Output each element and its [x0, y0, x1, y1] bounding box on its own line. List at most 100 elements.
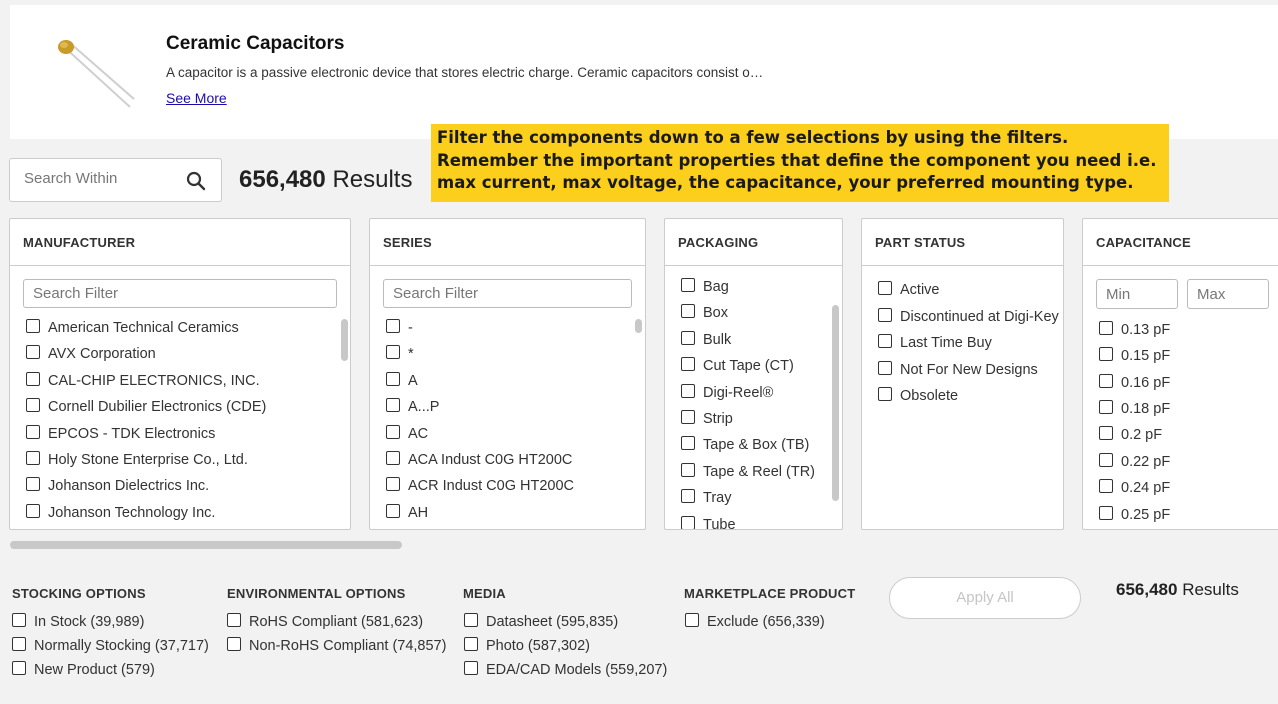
filter-option[interactable]: AH [386, 504, 428, 521]
filter-option[interactable]: 0.24 pF [1099, 479, 1170, 496]
filter-option[interactable]: Bag [681, 278, 729, 295]
filter-option[interactable]: ACR Indust C0G HT200C [386, 477, 574, 494]
filter-option[interactable]: AVX Corporation [26, 345, 156, 362]
filter-option[interactable]: - [386, 319, 413, 336]
filter-option[interactable]: Holy Stone Enterprise Co., Ltd. [26, 451, 248, 468]
checkbox[interactable] [386, 319, 400, 333]
stocking-option[interactable]: In Stock (39,989) [12, 613, 144, 630]
checkbox[interactable] [681, 436, 695, 450]
media-option[interactable]: Datasheet (595,835) [464, 613, 618, 630]
checkbox[interactable] [12, 637, 26, 651]
filter-option[interactable]: Box [681, 304, 728, 321]
filter-option[interactable]: Tape & Box (TB) [681, 436, 809, 453]
checkbox[interactable] [227, 637, 241, 651]
checkbox[interactable] [464, 613, 478, 627]
checkbox[interactable] [464, 637, 478, 651]
checkbox[interactable] [681, 278, 695, 292]
checkbox[interactable] [26, 372, 40, 386]
checkbox[interactable] [1099, 347, 1113, 361]
checkbox[interactable] [878, 361, 892, 375]
filter-option[interactable]: Strip [681, 410, 733, 427]
checkbox[interactable] [681, 304, 695, 318]
filter-option[interactable]: 0.2 pF [1099, 426, 1162, 443]
checkbox[interactable] [464, 661, 478, 675]
checkbox[interactable] [1099, 506, 1113, 520]
series-search-input[interactable] [383, 279, 632, 308]
search-icon[interactable] [186, 171, 206, 191]
manufacturer-search-input[interactable] [23, 279, 337, 308]
checkbox[interactable] [26, 477, 40, 491]
filter-option[interactable]: 0.13 pF [1099, 321, 1170, 338]
filter-option[interactable]: Tray [681, 489, 731, 506]
filter-option[interactable]: Discontinued at Digi-Key [878, 308, 1059, 325]
filter-option[interactable]: Johanson Dielectrics Inc. [26, 477, 209, 494]
checkbox[interactable] [386, 451, 400, 465]
media-option[interactable]: Photo (587,302) [464, 637, 590, 654]
filter-option[interactable]: Tape & Reel (TR) [681, 463, 815, 480]
checkbox[interactable] [681, 410, 695, 424]
checkbox[interactable] [681, 489, 695, 503]
filter-option[interactable]: Johanson Technology Inc. [26, 504, 215, 521]
filter-option[interactable]: ACA Indust C0G HT200C [386, 451, 572, 468]
checkbox[interactable] [12, 613, 26, 627]
filter-option[interactable]: Last Time Buy [878, 334, 992, 351]
checkbox[interactable] [1099, 321, 1113, 335]
filter-option[interactable]: CAL-CHIP ELECTRONICS, INC. [26, 372, 260, 389]
checkbox[interactable] [681, 516, 695, 529]
media-option[interactable]: EDA/CAD Models (559,207) [464, 661, 667, 678]
filter-option[interactable]: Not For New Designs [878, 361, 1038, 378]
checkbox[interactable] [12, 661, 26, 675]
filter-option[interactable]: Cornell Dubilier Electronics (CDE) [26, 398, 266, 415]
filter-option[interactable]: American Technical Ceramics [26, 319, 239, 336]
apply-all-button[interactable]: Apply All [889, 577, 1081, 619]
capacitance-min-input[interactable] [1096, 279, 1178, 309]
filter-option[interactable]: 0.16 pF [1099, 374, 1170, 391]
checkbox[interactable] [1099, 374, 1113, 388]
checkbox[interactable] [878, 308, 892, 322]
filter-option[interactable]: A [386, 372, 418, 389]
filter-option[interactable]: A...P [386, 398, 439, 415]
filter-option[interactable]: Active [878, 281, 940, 298]
search-within-box[interactable] [9, 158, 222, 202]
checkbox[interactable] [878, 281, 892, 295]
checkbox[interactable] [1099, 479, 1113, 493]
packaging-scrollbar[interactable] [832, 305, 839, 501]
checkbox[interactable] [681, 357, 695, 371]
checkbox[interactable] [1099, 426, 1113, 440]
environmental-option[interactable]: RoHS Compliant (581,623) [227, 613, 423, 630]
search-within-input[interactable] [22, 169, 172, 188]
filter-option[interactable]: 0.15 pF [1099, 347, 1170, 364]
filter-option[interactable]: * [386, 345, 414, 362]
checkbox[interactable] [26, 345, 40, 359]
stocking-option[interactable]: Normally Stocking (37,717) [12, 637, 209, 654]
filter-option[interactable]: Tube [681, 516, 736, 529]
filter-option[interactable]: 0.18 pF [1099, 400, 1170, 417]
checkbox[interactable] [878, 387, 892, 401]
checkbox[interactable] [681, 331, 695, 345]
filter-option[interactable]: EPCOS - TDK Electronics [26, 425, 215, 442]
filter-option[interactable]: 0.25 pF [1099, 506, 1170, 523]
capacitance-max-input[interactable] [1187, 279, 1269, 309]
checkbox[interactable] [26, 504, 40, 518]
filter-option[interactable]: Bulk [681, 331, 731, 348]
filter-option[interactable]: AC [386, 425, 428, 442]
checkbox[interactable] [681, 463, 695, 477]
checkbox[interactable] [26, 451, 40, 465]
marketplace-option[interactable]: Exclude (656,339) [685, 613, 825, 630]
filter-option[interactable]: Digi-Reel® [681, 384, 773, 401]
checkbox[interactable] [386, 345, 400, 359]
filter-option[interactable]: Obsolete [878, 387, 958, 404]
filter-option[interactable]: Cut Tape (CT) [681, 357, 794, 374]
filter-option[interactable]: 0.22 pF [1099, 453, 1170, 470]
checkbox[interactable] [26, 398, 40, 412]
environmental-option[interactable]: Non-RoHS Compliant (74,857) [227, 637, 446, 654]
checkbox[interactable] [386, 398, 400, 412]
checkbox[interactable] [26, 319, 40, 333]
checkbox[interactable] [681, 384, 695, 398]
checkbox[interactable] [386, 425, 400, 439]
filters-horizontal-scrollbar[interactable] [10, 541, 402, 549]
checkbox[interactable] [386, 504, 400, 518]
manufacturer-scrollbar[interactable] [341, 319, 348, 361]
checkbox[interactable] [878, 334, 892, 348]
checkbox[interactable] [386, 372, 400, 386]
